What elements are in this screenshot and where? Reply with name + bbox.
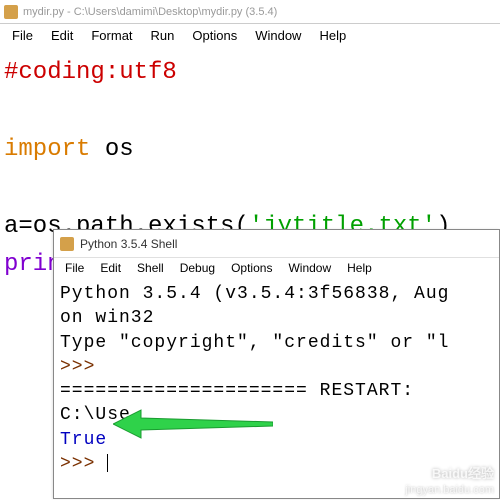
shell-menu-bar: File Edit Shell Debug Options Window Hel…: [54, 258, 499, 278]
shell-menu-window[interactable]: Window: [281, 260, 338, 276]
menu-window[interactable]: Window: [247, 26, 309, 45]
shell-output[interactable]: Python 3.5.4 (v3.5.4:3f56838, Aug on win…: [54, 278, 499, 480]
editor-menu-bar: File Edit Format Run Options Window Help: [0, 24, 500, 46]
editor-title: mydir.py - C:\Users\damimi\Desktop\mydir…: [23, 6, 277, 18]
code-keyword: import: [4, 136, 90, 163]
restart-line: ===================== RESTART: C:\Use: [60, 379, 493, 428]
shell-menu-debug[interactable]: Debug: [173, 260, 222, 276]
shell-prompt: >>>: [60, 454, 107, 474]
python-banner-line2: on win32: [60, 306, 493, 330]
python-icon: [60, 237, 74, 251]
shell-window: Python 3.5.4 Shell File Edit Shell Debug…: [53, 229, 500, 499]
menu-edit[interactable]: Edit: [43, 26, 81, 45]
menu-format[interactable]: Format: [83, 26, 140, 45]
shell-menu-options[interactable]: Options: [224, 260, 279, 276]
shell-title-bar: Python 3.5.4 Shell: [54, 230, 499, 258]
shell-menu-shell[interactable]: Shell: [130, 260, 171, 276]
shell-title: Python 3.5.4 Shell: [80, 237, 177, 251]
shell-menu-file[interactable]: File: [58, 260, 91, 276]
watermark-brand: Baidu经验: [432, 463, 494, 482]
editor-title-bar: mydir.py - C:\Users\damimi\Desktop\mydir…: [0, 0, 500, 24]
shell-menu-edit[interactable]: Edit: [93, 260, 128, 276]
menu-options[interactable]: Options: [184, 26, 245, 45]
output-result: True: [60, 430, 107, 450]
python-banner-line3: Type "copyright", "credits" or "l: [60, 331, 493, 355]
menu-help[interactable]: Help: [311, 26, 354, 45]
watermark-url: jingyan.baidu.com: [405, 484, 494, 496]
menu-run[interactable]: Run: [143, 26, 183, 45]
code-comment: #coding:utf8: [4, 59, 177, 86]
python-icon: [4, 5, 18, 19]
shell-menu-help[interactable]: Help: [340, 260, 379, 276]
code-module: os: [90, 136, 133, 163]
shell-prompt: >>>: [60, 357, 95, 377]
menu-file[interactable]: File: [4, 26, 41, 45]
text-cursor-icon: [107, 454, 108, 472]
python-banner-line1: Python 3.5.4 (v3.5.4:3f56838, Aug: [60, 282, 493, 306]
